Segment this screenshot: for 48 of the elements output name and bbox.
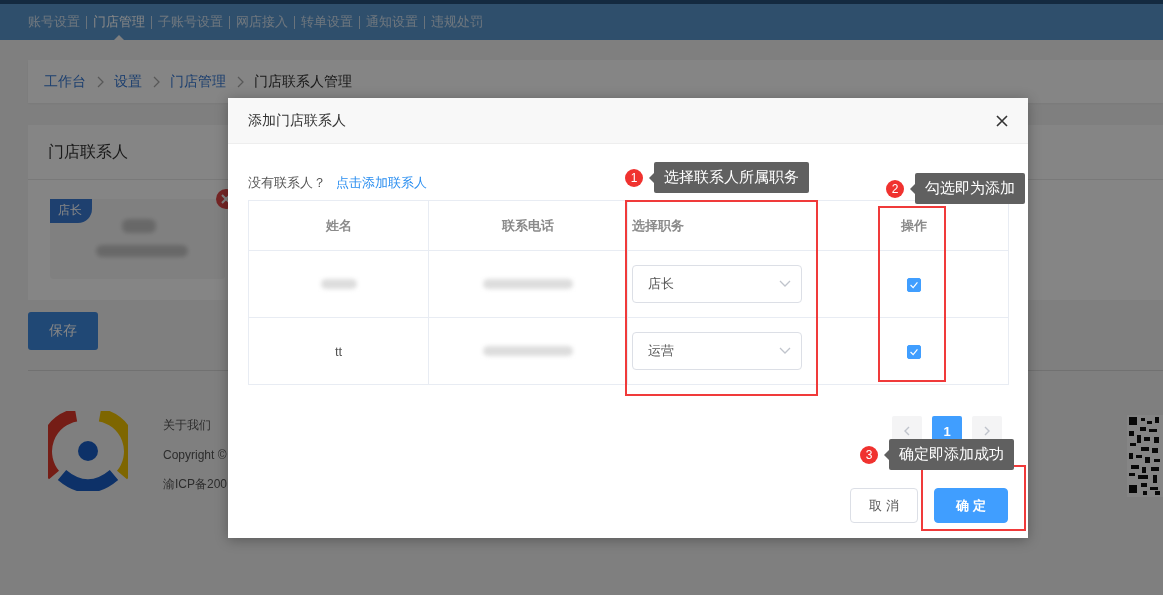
card-title: 门店联系人 <box>48 141 128 162</box>
step-number: 3 <box>860 445 878 464</box>
checkbox[interactable] <box>906 344 921 359</box>
blurred-text <box>122 219 156 233</box>
cancel-button[interactable]: 取 消 <box>850 488 918 523</box>
prompt-text: 没有联系人？ <box>248 174 326 192</box>
table-cell: tt <box>334 343 343 359</box>
breadcrumb-link[interactable]: 设置 <box>114 72 142 91</box>
chevron-right-icon <box>983 426 991 436</box>
active-tab-pointer <box>113 35 125 41</box>
add-contact-link[interactable]: 点击添加联系人 <box>336 174 427 192</box>
nav-tab[interactable]: 门店管理 <box>87 13 151 31</box>
nav-tab[interactable]: 通知设置 <box>360 13 424 31</box>
column-header: 操作 <box>900 217 927 233</box>
chevron-down-icon <box>779 347 791 355</box>
nav-tab[interactable]: 网店接入 <box>230 13 294 31</box>
blurred-text <box>320 278 357 289</box>
annotation-tooltip: 勾选即为添加 <box>915 173 1025 204</box>
column-header: 联系电话 <box>502 217 554 233</box>
confirm-button[interactable]: 确 定 <box>934 488 1008 523</box>
chevron-icon <box>152 75 160 88</box>
nav-tab[interactable]: 账号设置 <box>28 13 86 31</box>
chevron-left-icon <box>903 426 911 436</box>
column-header: 选择职务 <box>632 217 684 233</box>
breadcrumb-current: 门店联系人管理 <box>254 72 352 91</box>
step-number: 1 <box>625 168 643 187</box>
logo-icon <box>48 411 128 491</box>
annotation-tooltip: 选择联系人所属职务 <box>654 162 809 193</box>
checkbox[interactable] <box>906 277 921 292</box>
chevron-icon <box>96 75 104 88</box>
nav-tab[interactable]: 子账号设置 <box>152 13 229 31</box>
step-number: 2 <box>886 179 904 198</box>
chevron-down-icon <box>779 280 791 288</box>
nav-tab[interactable]: 转单设置 <box>295 13 359 31</box>
save-button[interactable]: 保存 <box>28 312 98 350</box>
dialog-title: 添加门店联系人 <box>248 111 346 130</box>
footer-link[interactable]: 关于我们 <box>163 417 211 434</box>
icp-text: 渝ICP备200 <box>163 476 228 493</box>
copyright-text: Copyright © <box>163 448 228 462</box>
breadcrumb-link[interactable]: 工作台 <box>44 72 86 91</box>
column-header: 姓名 <box>325 217 352 233</box>
role-select[interactable]: 店长 <box>632 265 802 303</box>
role-badge: 店长 <box>50 199 92 223</box>
breadcrumb-link[interactable]: 门店管理 <box>170 72 226 91</box>
role-select[interactable]: 运营 <box>632 332 802 370</box>
close-icon[interactable] <box>996 114 1008 127</box>
chevron-icon <box>236 75 244 88</box>
annotation-tooltip: 确定即添加成功 <box>889 439 1014 470</box>
